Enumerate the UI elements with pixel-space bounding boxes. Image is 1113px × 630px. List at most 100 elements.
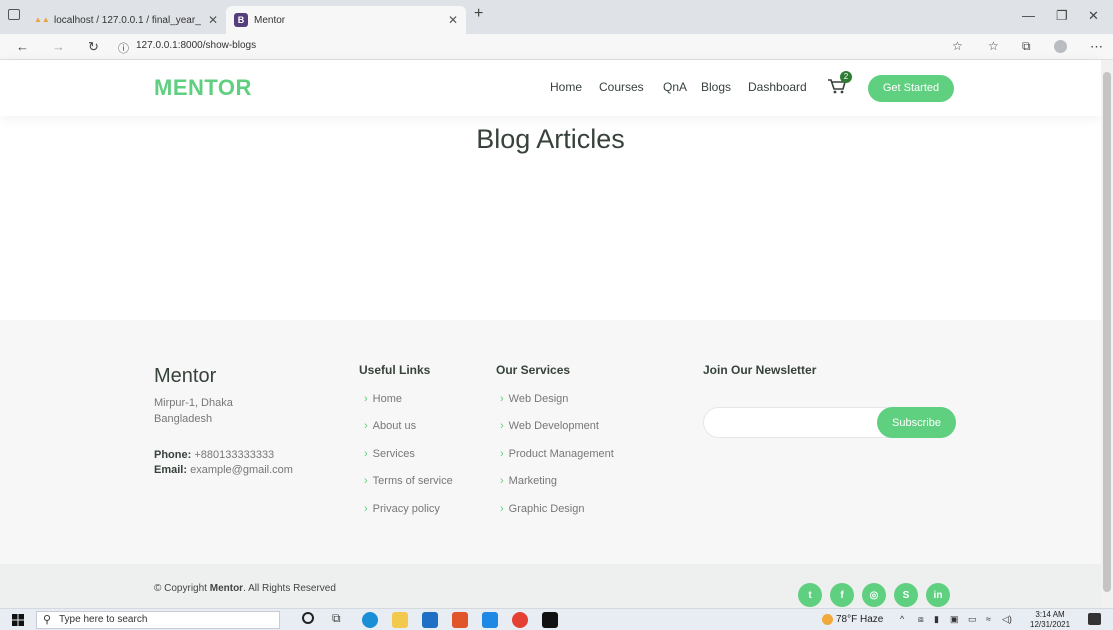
copyright: © Copyright Mentor. All Rights Reserved: [154, 583, 336, 594]
footer: [0, 320, 1101, 564]
tab-label: Mentor: [254, 14, 286, 26]
address-bar: ← → ↻ ⓘ 127.0.0.1:8000/show-blogs ☆ ☆ ⧉ …: [0, 34, 1113, 60]
facebook-icon[interactable]: f: [830, 583, 854, 607]
get-started-button[interactable]: Get Started: [868, 75, 954, 102]
mail-icon[interactable]: [422, 612, 438, 628]
newsletter-title: Join Our Newsletter: [703, 363, 817, 377]
service-marketing[interactable]: › Marketing: [500, 475, 557, 487]
service-web-design[interactable]: › Web Design: [500, 393, 568, 405]
nav-qna[interactable]: QnA: [663, 80, 687, 94]
newsletter-email-input[interactable]: [716, 412, 876, 434]
page-title: Blog Articles: [476, 124, 625, 154]
back-icon[interactable]: ←: [16, 39, 29, 54]
notifications-icon[interactable]: [1088, 613, 1101, 625]
cart-count-badge: 2: [840, 71, 852, 83]
chevron-right-icon: ›: [500, 448, 504, 460]
weather-text[interactable]: 78°F Haze: [836, 614, 883, 625]
phone-value: +880133333333: [194, 449, 275, 461]
service-graphic-design[interactable]: › Graphic Design: [500, 503, 585, 515]
close-window-icon[interactable]: ✕: [1088, 8, 1099, 24]
refresh-icon[interactable]: ↻: [88, 39, 99, 55]
service-label: Product Management: [508, 448, 614, 460]
chevron-right-icon: ›: [500, 475, 504, 487]
info-icon[interactable]: ⓘ: [118, 40, 129, 56]
task-view-icon[interactable]: ⧉: [332, 611, 341, 626]
chrome-icon[interactable]: [512, 612, 528, 628]
tray-app-icon[interactable]: ▣: [950, 614, 959, 625]
clock-date: 12/31/2021: [1030, 620, 1071, 629]
restore-icon[interactable]: ❐: [1056, 8, 1068, 24]
linkedin-icon[interactable]: in: [926, 583, 950, 607]
phone-label: Phone:: [154, 449, 192, 461]
site-header: MENTOR Home Courses QnA Blogs Dashboard …: [0, 60, 1101, 116]
chevron-right-icon: ›: [364, 393, 368, 405]
profile-avatar-icon[interactable]: [1054, 40, 1067, 53]
wifi-icon[interactable]: ≈: [986, 614, 991, 624]
edge-icon[interactable]: [362, 612, 378, 628]
tab-actions-icon[interactable]: [8, 9, 20, 20]
favorites-icon[interactable]: ☆: [988, 39, 999, 53]
taskbar-search-box[interactable]: ⚲ Type here to search: [36, 611, 280, 629]
site-logo[interactable]: MENTOR: [154, 75, 252, 101]
nav-courses[interactable]: Courses: [599, 80, 644, 94]
tab-phpmyadmin[interactable]: ▲▲ localhost / 127.0.0.1 / final_year_ ✕: [26, 6, 226, 34]
forward-icon[interactable]: →: [52, 39, 65, 54]
vscode-icon[interactable]: [482, 612, 498, 628]
footer-link-home[interactable]: › Home: [364, 393, 402, 405]
windows-start-icon[interactable]: [12, 614, 24, 626]
chevron-right-icon: ›: [364, 420, 368, 432]
collections-icon[interactable]: ⧉: [1022, 39, 1031, 54]
footer-link-label: Terms of service: [372, 475, 453, 487]
file-explorer-icon[interactable]: [392, 612, 408, 628]
weather-icon: [822, 614, 833, 625]
footer-link-privacy[interactable]: › Privacy policy: [364, 503, 440, 515]
copyright-prefix: © Copyright: [154, 583, 210, 594]
new-tab-icon[interactable]: +: [474, 5, 483, 23]
footer-link-label: Home: [372, 393, 403, 405]
tab-mentor[interactable]: B Mentor ✕: [226, 6, 466, 34]
terminal-icon[interactable]: [542, 612, 558, 628]
footer-link-about[interactable]: › About us: [364, 420, 416, 432]
address-line: Bangladesh: [154, 413, 213, 425]
skype-icon[interactable]: S: [894, 583, 918, 607]
battery-icon[interactable]: ▭: [968, 614, 977, 625]
subscribe-button[interactable]: Subscribe: [877, 407, 956, 438]
service-web-development[interactable]: › Web Development: [500, 420, 599, 432]
favorite-add-icon[interactable]: ☆: [952, 39, 963, 53]
instagram-icon[interactable]: ◎: [862, 583, 886, 607]
tray-app-icon[interactable]: ⧈: [918, 614, 924, 625]
chevron-right-icon: ›: [364, 475, 368, 487]
copyright-brand: Mentor: [209, 583, 244, 594]
tray-chevron-icon[interactable]: ^: [900, 614, 904, 624]
footer-link-services[interactable]: › Services: [364, 448, 415, 460]
close-icon[interactable]: ✕: [448, 13, 458, 27]
minimize-icon[interactable]: —: [1022, 8, 1035, 23]
service-product-management[interactable]: › Product Management: [500, 448, 614, 460]
windows-taskbar: ⚲ Type here to search ⧉ 78°F Haze ^ ⧈ ▮ …: [0, 608, 1113, 630]
phpmyadmin-icon: ▲▲: [34, 15, 50, 24]
close-icon[interactable]: ✕: [208, 13, 218, 27]
twitter-icon[interactable]: t: [798, 583, 822, 607]
footer-brand: Mentor: [154, 365, 217, 387]
volume-icon[interactable]: ◁): [1002, 614, 1012, 625]
cortana-icon[interactable]: [302, 612, 314, 624]
useful-links-title: Useful Links: [359, 363, 431, 377]
newsletter-form: Subscribe: [703, 407, 956, 438]
nav-blogs[interactable]: Blogs: [701, 80, 731, 94]
nav-dashboard[interactable]: Dashboard: [748, 80, 807, 94]
email-value: example@gmail.com: [190, 464, 293, 476]
url-field[interactable]: 127.0.0.1:8000/show-blogs: [136, 40, 256, 51]
tab-label: localhost / 127.0.0.1 / final_year_: [54, 14, 201, 26]
nav-home[interactable]: Home: [550, 80, 582, 94]
footer-link-terms[interactable]: › Terms of service: [364, 475, 453, 487]
more-icon[interactable]: ⋯: [1090, 39, 1103, 55]
scrollbar-thumb[interactable]: [1103, 72, 1111, 592]
xampp-icon[interactable]: [452, 612, 468, 628]
tray-app-icon[interactable]: ▮: [934, 614, 939, 625]
chevron-right-icon: ›: [500, 393, 504, 405]
chevron-right-icon: ›: [500, 420, 504, 432]
phone-line: Phone: +880133333333: [154, 449, 274, 461]
footer-link-label: Privacy policy: [372, 503, 440, 515]
page-scrollbar[interactable]: [1101, 60, 1113, 608]
taskbar-clock[interactable]: 3:14 AM 12/31/2021: [1030, 610, 1070, 630]
